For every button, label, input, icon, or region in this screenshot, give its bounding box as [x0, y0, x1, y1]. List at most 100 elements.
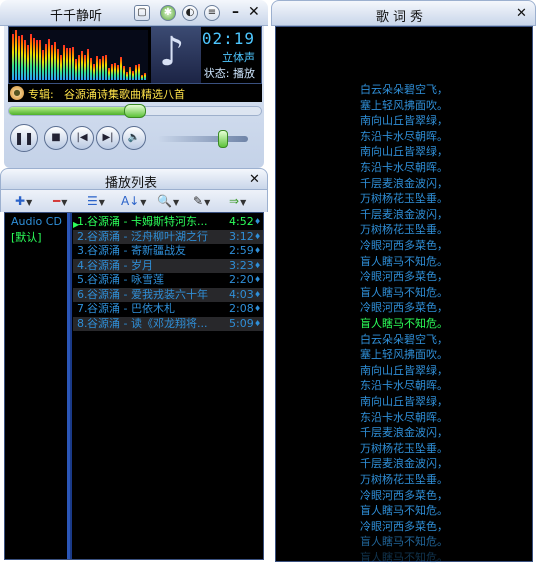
remove-icon[interactable]: ━▼ — [53, 193, 67, 211]
spectrum-bar — [39, 39, 41, 80]
track-duration: 2:20 — [229, 273, 254, 286]
spectrum-bar — [15, 30, 17, 80]
spectrum-bar — [141, 75, 143, 80]
track-row[interactable]: 5. 谷源涌 - 咏雪莲 2:20 ♦ — [73, 273, 263, 287]
display-screen: ♪ 02:19 立体声 状态: 播放 — [8, 26, 262, 84]
spectrum-bar — [117, 64, 119, 80]
spectrum-bar — [135, 65, 137, 80]
next-button[interactable]: ▶| — [96, 126, 120, 150]
track-row[interactable]: 7. 谷源涌 - 巴依木札 2:08 ♦ — [73, 302, 263, 316]
lyric-line: 盲人瞎马不知危。 — [360, 551, 448, 564]
track-duration: 2:08 — [229, 302, 254, 315]
spectrum-bar — [123, 65, 125, 80]
minimize-button[interactable]: – — [232, 4, 239, 20]
spectrum-bar — [129, 66, 131, 80]
spectrum-bar — [48, 39, 50, 80]
status-text: 状态: 播放 — [204, 65, 255, 81]
play-mode-icon[interactable]: ⇒▼ — [229, 193, 246, 211]
status-value: 播放 — [233, 67, 255, 80]
add-icon[interactable]: ✚▼ — [15, 193, 32, 211]
track-number: 4. — [77, 258, 88, 272]
cover-art: ♪ — [151, 27, 201, 83]
lyric-line: 千层麦浪金波闪， — [360, 176, 448, 190]
lyrics-title: 歌词秀 — [376, 10, 428, 25]
track-title: 谷源涌 - 咏雪莲 — [87, 273, 164, 286]
track-row[interactable]: 3. 谷源涌 - 寄新疆战友 2:59 ♦ — [73, 244, 263, 258]
spectrum-bar — [96, 56, 98, 80]
playlist-close-button[interactable]: ✕ — [249, 172, 260, 187]
lyric-line: 东沿卡水尽朝晖。 — [360, 161, 448, 174]
lyrics-window: 歌词秀 ✕ 白云朵朵碧空飞， 塞上轻风拂面吹。 南向山丘皆翠绿， 东沿卡水尽朝晖。 南向… — [271, 0, 536, 564]
music-note-icon: ♪ — [159, 29, 185, 75]
list-menu-icon[interactable]: ☰▼ — [87, 193, 105, 211]
track-row[interactable]: 2. 谷源涌 - 泛舟柳叶湖之行 3:12 ♦ — [73, 229, 263, 244]
visualizer-icon[interactable]: ◐ — [182, 5, 198, 21]
previous-button[interactable]: |◀ — [70, 126, 94, 150]
track-flag-icon: ♦ — [254, 289, 262, 299]
equalizer-icon[interactable]: ✱ — [160, 5, 176, 21]
player-window: 千千静听 ▢ ✱ ◐ ≡ – ✕ ♪ 02:19 立体声 状态: 播放 ● 专辑… — [0, 0, 268, 168]
track-flag-icon: ♦ — [254, 231, 262, 241]
lyric-line: 冷眼河西多菜色， — [360, 519, 448, 533]
track-flag-icon: ♦ — [254, 260, 262, 270]
album-info: ● 专辑: 谷源涌诗集歌曲精选八首 — [8, 84, 262, 102]
track-row[interactable]: ▶ 1. 谷源涌 - 卡姆斯特河东... 4:52 ♦ — [73, 215, 263, 229]
playlist-toolbar: ✚▼ ━▼ ☰▼ A↓▼ 🔍▼ ✎▼ ⇒▼ — [0, 190, 268, 212]
player-title-bar[interactable]: 千千静听 ▢ ✱ ◐ ≡ – ✕ — [0, 0, 268, 26]
spectrum-bar — [108, 67, 110, 80]
track-number: 1. — [77, 215, 88, 228]
seek-thumb[interactable] — [124, 104, 146, 118]
lyric-line: 盲人瞎马不知危。 — [360, 535, 448, 549]
time-display: 02:19 — [201, 29, 255, 48]
album-label: 专辑: — [28, 88, 54, 101]
volume-icon[interactable]: 🔈 — [122, 126, 146, 150]
spectrum-bar — [120, 57, 122, 80]
sort-icon[interactable]: A↓▼ — [121, 193, 146, 211]
seek-bar[interactable] — [8, 104, 262, 118]
playlist-scrollbar[interactable] — [70, 213, 72, 559]
list-icon[interactable]: ≡ — [204, 5, 220, 21]
lyric-line: 南向山丘皆翠绿， — [360, 145, 448, 159]
track-flag-icon: ♦ — [254, 304, 262, 313]
spectrum-bar — [60, 54, 62, 80]
spectrum-bar — [102, 55, 104, 80]
lyric-line: 冷眼河西多菜色， — [360, 488, 448, 502]
track-row[interactable]: 6. 谷源涌 - 爱我戎装六十年 4:03 ♦ — [73, 287, 263, 302]
playlist-title: 播放列表 — [105, 176, 158, 191]
window-icon[interactable]: ▢ — [134, 5, 150, 21]
spectrum-bar — [84, 54, 86, 80]
volume-thumb[interactable] — [217, 130, 228, 148]
player-title: 千千静听 — [50, 9, 103, 24]
track-duration: 5:09 — [229, 316, 254, 330]
track-flag-icon: ♦ — [254, 275, 262, 284]
playlist-title-bar[interactable]: 播放列表 ✕ — [0, 168, 268, 191]
volume-slider[interactable] — [158, 130, 248, 148]
lyrics-title-bar[interactable]: 歌词秀 ✕ — [271, 0, 536, 26]
category-audio-cd[interactable]: Audio CD — [11, 215, 62, 228]
spectrum-bar — [72, 47, 74, 80]
track-title: 谷源涌 - 卡姆斯特河东... — [87, 215, 208, 228]
status-label: 状态: — [203, 67, 230, 80]
spectrum-bar — [45, 44, 47, 80]
lyrics-panel[interactable]: 白云朵朵碧空飞， 塞上轻风拂面吹。 南向山丘皆翠绿， 东沿卡水尽朝晖。 南向山丘皆翠绿，… — [275, 26, 533, 564]
track-row[interactable]: 8. 谷源涌 - 读《邓龙翔将... 5:09 ♦ — [73, 316, 263, 331]
lyrics-close-button[interactable]: ✕ — [516, 6, 527, 21]
stop-button[interactable]: ■ — [44, 126, 68, 150]
track-duration: 4:52 — [229, 215, 254, 228]
lyric-line: 盲人瞎马不知危。 — [360, 254, 448, 268]
search-icon[interactable]: 🔍▼ — [157, 193, 179, 211]
lyric-line: 盲人瞎马不知危。 — [360, 285, 448, 299]
pause-button[interactable]: ❚❚ — [10, 124, 38, 152]
category-default[interactable]: [默认] — [11, 229, 42, 245]
track-number: 7. — [77, 302, 88, 315]
spectrum-bar — [114, 62, 116, 80]
close-button[interactable]: ✕ — [248, 4, 260, 20]
track-title: 谷源涌 - 巴依木札 — [87, 302, 175, 315]
track-row[interactable]: 4. 谷源涌 - 岁月 3:23 ♦ — [73, 258, 263, 273]
edit-icon[interactable]: ✎▼ — [193, 193, 210, 211]
track-number: 8. — [77, 316, 88, 330]
spectrum-bar — [87, 49, 89, 80]
track-number: 6. — [77, 287, 88, 301]
track-number: 3. — [77, 244, 88, 257]
lyric-line: 东沿卡水尽朝晖。 — [360, 379, 448, 393]
